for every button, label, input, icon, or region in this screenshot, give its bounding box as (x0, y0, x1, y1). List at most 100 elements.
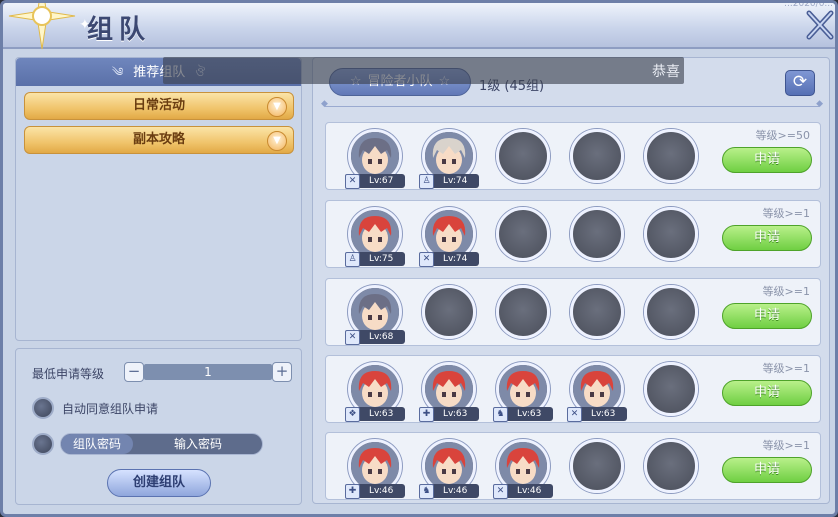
job-class-icon: ❖ (345, 407, 360, 422)
apply-button[interactable]: 申请 (722, 303, 812, 329)
job-class-icon: ✚ (345, 484, 360, 499)
empty-member-slot (570, 285, 624, 339)
member-avatar: Lv:46 ♞ (419, 439, 479, 499)
avatar-portrait (425, 132, 473, 180)
empty-member-slot (644, 439, 698, 493)
empty-member-slot (496, 207, 550, 261)
notification-toast: 恭喜 (163, 57, 684, 84)
level-requirement: 等级>=1 (762, 207, 810, 220)
avatar-portrait (425, 365, 473, 413)
level-requirement: 等级>=1 (762, 285, 810, 298)
auto-accept-toggle[interactable] (32, 397, 54, 419)
member-level: Lv:68 (353, 330, 405, 344)
avatar-portrait (351, 210, 399, 258)
avatar-portrait (351, 365, 399, 413)
min-level-label: 最低申请等级 (32, 367, 105, 381)
category-label: 日常活动 (132, 98, 185, 113)
window-title: 组队 (87, 15, 152, 45)
member-avatar: Lv:63 ♞ (493, 362, 553, 422)
job-class-icon: ✚ (419, 407, 434, 422)
member-avatar: Lv:63 ✚ (419, 362, 479, 422)
member-avatar: Lv:68 ✕ (345, 285, 405, 345)
job-class-icon: ✕ (345, 330, 360, 345)
empty-member-slot (644, 129, 698, 183)
empty-member-slot (496, 285, 550, 339)
job-class-icon: ♙ (419, 174, 434, 189)
toast-text: 恭喜 (652, 64, 680, 80)
min-level-value: 1 (144, 364, 272, 380)
decrease-button[interactable]: − (124, 362, 144, 382)
member-level: Lv:63 (501, 407, 553, 421)
password-input[interactable]: 输入密码 (133, 434, 262, 454)
empty-member-slot (570, 439, 624, 493)
empty-member-slot (496, 129, 550, 183)
increase-button[interactable]: + (272, 362, 292, 382)
team-row: Lv:75 ♙ Lv:74 ✕ 等级>=1 申请 (325, 200, 821, 268)
create-team-button[interactable]: 创建组队 (107, 469, 211, 497)
member-avatar: Lv:46 ✕ (493, 439, 553, 499)
avatar-portrait (573, 365, 621, 413)
refresh-button[interactable]: ⟳ (785, 70, 815, 96)
member-level: Lv:63 (427, 407, 479, 421)
apply-button[interactable]: 申请 (722, 457, 812, 483)
close-icon[interactable] (805, 9, 835, 41)
member-level: Lv:75 (353, 252, 405, 266)
member-avatar: Lv:74 ✕ (419, 207, 479, 267)
member-level: Lv:74 (427, 174, 479, 188)
password-field: 组队密码 输入密码 (60, 433, 263, 455)
category-daily-activity[interactable]: 日常活动 ▼ (24, 92, 294, 120)
level-requirement: 等级>=1 (762, 362, 810, 375)
password-toggle[interactable] (32, 433, 54, 455)
job-class-icon: ♞ (493, 407, 508, 422)
apply-button[interactable]: 申请 (722, 147, 812, 173)
avatar-portrait (499, 365, 547, 413)
member-level: Lv:67 (353, 174, 405, 188)
avatar-portrait (351, 442, 399, 490)
job-class-icon: ✕ (419, 252, 434, 267)
member-avatar: Lv:67 ✕ (345, 129, 405, 189)
member-level: Lv:46 (501, 484, 553, 498)
member-avatar: Lv:75 ♙ (345, 207, 405, 267)
job-class-icon: ♞ (419, 484, 434, 499)
chevron-down-icon: ▼ (267, 131, 287, 151)
title-bar: ✦ 组队 ...2020/0... (3, 3, 835, 50)
divider (321, 99, 823, 109)
team-row: Lv:68 ✕ 等级>=1 申请 (325, 278, 821, 346)
empty-member-slot (644, 285, 698, 339)
job-class-icon: ♙ (345, 252, 360, 267)
category-dungeon-guide[interactable]: 副本攻略 ▼ (24, 126, 294, 154)
member-level: Lv:46 (353, 484, 405, 498)
team-row: Lv:63 ❖ Lv:63 ✚ Lv:63 ♞ Lv:63 ✕ 等级>=1 申请 (325, 355, 821, 423)
empty-member-slot (644, 207, 698, 261)
job-class-icon: ✕ (493, 484, 508, 499)
avatar-portrait (425, 210, 473, 258)
empty-member-slot (570, 207, 624, 261)
member-avatar: Lv:63 ❖ (345, 362, 405, 422)
wing-left-icon: ༄ (111, 65, 124, 79)
chevron-down-icon: ▼ (267, 97, 287, 117)
team-list-panel: ☆冒险者小队☆ 1级 (45组) ⟳ Lv:67✕Lv:74♙等级>=50申请L… (312, 57, 830, 504)
job-class-icon: ✕ (345, 174, 360, 189)
avatar-portrait (351, 288, 399, 336)
apply-button[interactable]: 申请 (722, 380, 812, 406)
level-requirement: 等级>=50 (755, 129, 810, 142)
auto-accept-label: 自动同意组队申请 (62, 402, 159, 416)
recommend-panel: ༄推荐组队ঔ 日常活动 ▼ 副本攻略 ▼ (15, 57, 302, 341)
avatar-portrait (351, 132, 399, 180)
category-label: 副本攻略 (132, 132, 185, 147)
member-avatar: Lv:74 ♙ (419, 129, 479, 189)
job-class-icon: ✕ (567, 407, 582, 422)
member-level: Lv:46 (427, 484, 479, 498)
member-level: Lv:63 (575, 407, 627, 421)
empty-member-slot (422, 285, 476, 339)
create-team-panel: 最低申请等级 − 1 + 自动同意组队申请 组队密码 输入密码 创建组队 (15, 348, 302, 505)
level-requirement: 等级>=1 (762, 439, 810, 452)
refresh-icon: ⟳ (792, 72, 808, 92)
avatar-portrait (425, 442, 473, 490)
apply-button[interactable]: 申请 (722, 225, 812, 251)
avatar-portrait (499, 442, 547, 490)
empty-member-slot (570, 129, 624, 183)
member-avatar: Lv:46 ✚ (345, 439, 405, 499)
member-level: Lv:63 (353, 407, 405, 421)
team-row: Lv:67 ✕ Lv:74 ♙ 等级>=50 申请 (325, 122, 821, 190)
